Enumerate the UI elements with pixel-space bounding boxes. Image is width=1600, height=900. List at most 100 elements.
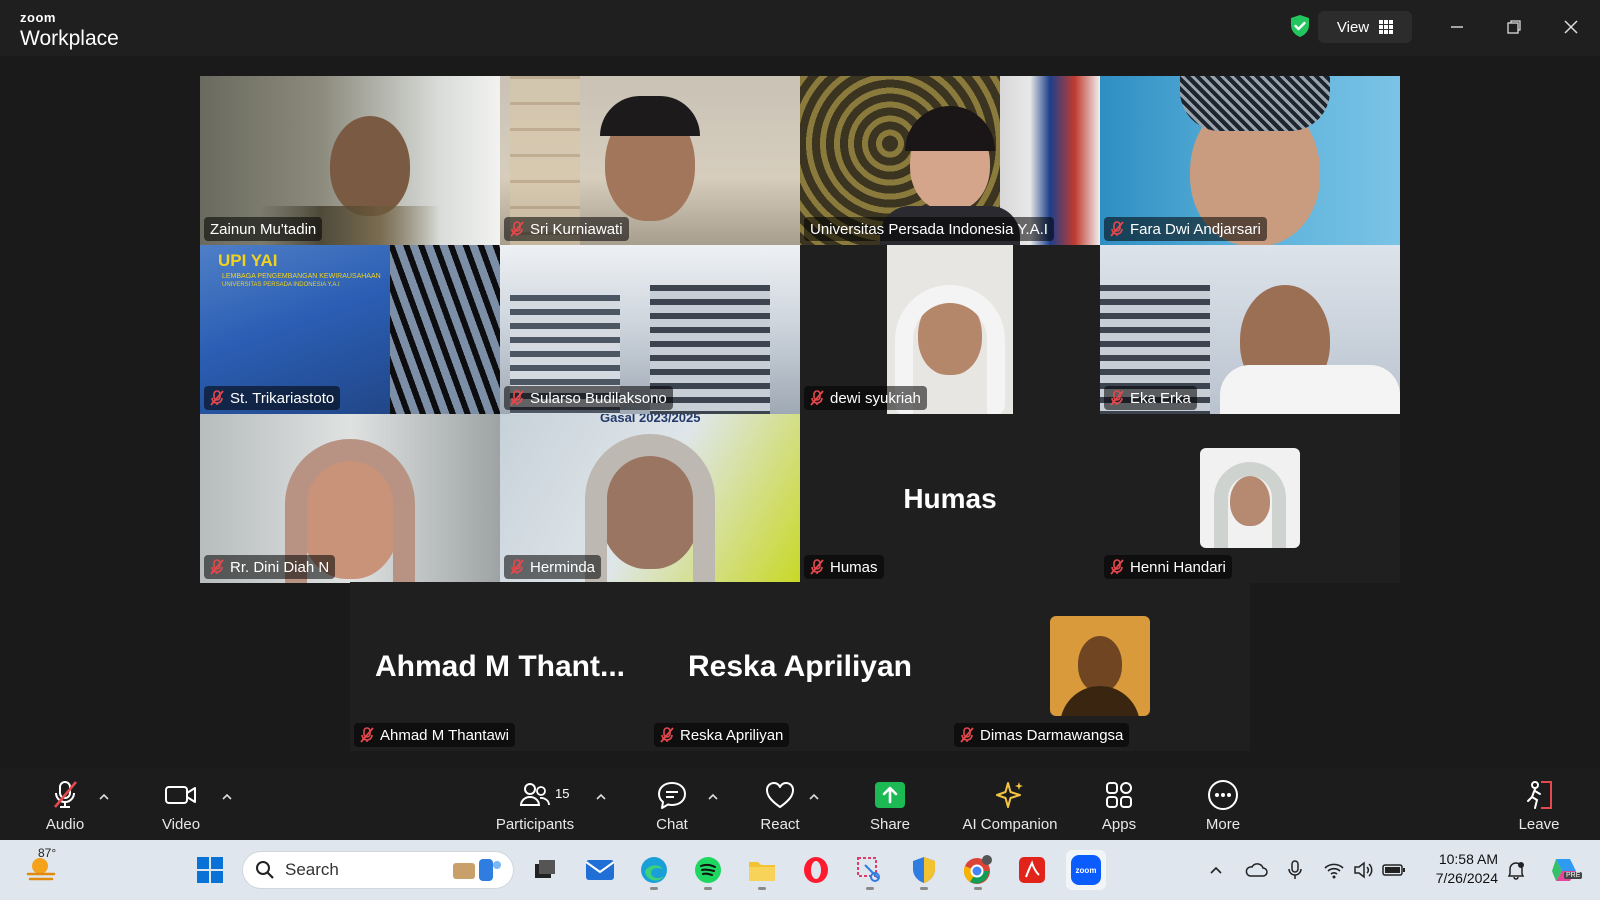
windows-taskbar: 87° Search zoom 10:58 AM 7/26/2024 PRE — [0, 840, 1600, 900]
title-bar: zoom Workplace View — [0, 0, 1600, 56]
participant-name-tag: Zainun Mu'tadin — [204, 217, 323, 241]
speaker-icon — [1354, 861, 1373, 879]
participant-name-tag: Fara Dwi Andjarsari — [1104, 217, 1267, 241]
volume-tray[interactable] — [1352, 858, 1376, 882]
participant-name: St. Trikariastoto — [230, 389, 335, 407]
participant-tile[interactable]: Fara Dwi Andjarsari — [1100, 76, 1400, 245]
share-button[interactable]: Share — [865, 778, 915, 836]
taskbar-snipping-tool[interactable] — [850, 850, 890, 890]
microphone-tray[interactable] — [1283, 858, 1307, 882]
clock-time: 10:58 AM — [1438, 851, 1498, 867]
audio-options-caret[interactable] — [97, 790, 111, 804]
taskbar-spotify[interactable] — [688, 850, 728, 890]
chat-options-caret[interactable] — [706, 790, 720, 804]
notifications-tray[interactable] — [1504, 858, 1528, 882]
more-label: More — [1205, 816, 1241, 833]
video-options-caret[interactable] — [220, 790, 234, 804]
restore-button[interactable] — [1499, 12, 1529, 42]
show-hidden-icons[interactable] — [1204, 858, 1228, 882]
view-button[interactable]: View — [1318, 11, 1412, 43]
apps-label: Apps — [1101, 816, 1137, 833]
muted-mic-icon — [960, 727, 974, 743]
participant-name: Herminda — [530, 558, 596, 576]
ai-companion-label: AI Companion — [962, 816, 1058, 833]
video-stage: Zainun Mu'tadin Sri Kurniawati Universit… — [0, 56, 1600, 768]
audio-label: Audio — [45, 816, 85, 833]
video-label: Video — [161, 816, 201, 833]
chat-label: Chat — [656, 816, 688, 833]
shield-check-icon[interactable] — [1286, 12, 1314, 40]
participant-name-tag: Sularso Budilaksono — [504, 386, 673, 410]
apps-button[interactable]: Apps — [1094, 778, 1144, 836]
search-icon — [256, 861, 274, 879]
avatar — [1200, 448, 1300, 548]
muted-mic-icon — [360, 727, 374, 743]
heart-icon — [764, 778, 796, 812]
participant-name-tag: Reska Apriliyan — [654, 723, 790, 747]
taskbar-opera[interactable] — [796, 850, 836, 890]
participant-tile[interactable]: Reska Apriliyan Reska Apriliyan — [650, 582, 950, 751]
taskbar-task-view[interactable] — [525, 850, 565, 890]
onedrive-tray[interactable] — [1244, 858, 1268, 882]
participant-name-tag: Dimas Darmawangsa — [954, 723, 1130, 747]
ai-companion-button[interactable]: AI Companion — [955, 778, 1065, 836]
video-button[interactable]: Video — [156, 778, 206, 836]
adobe-acrobat-icon — [1019, 857, 1045, 883]
muted-mic-icon — [810, 559, 824, 575]
taskbar-adobe[interactable] — [1012, 850, 1052, 890]
participant-tile[interactable]: Humas Humas — [800, 414, 1100, 583]
taskbar-search[interactable]: Search — [242, 851, 514, 889]
taskbar-file-explorer[interactable] — [742, 850, 782, 890]
participant-tile[interactable]: Rr. Dini Diah N — [200, 414, 500, 583]
participants-options-caret[interactable] — [594, 790, 608, 804]
bottom-participant-row: Ahmad M Thant... Ahmad M Thantawi Reska … — [350, 582, 1250, 751]
muted-mic-icon — [660, 727, 674, 743]
chat-bubble-icon — [656, 778, 688, 812]
participant-tile[interactable]: UPI YAI LEMBAGA PENGEMBANGAN KEWIRAUSAHA… — [200, 245, 500, 414]
participant-tile[interactable]: Gasal 2023/2025 Herminda — [500, 414, 800, 583]
participant-tile[interactable]: Eka Erka — [1100, 245, 1400, 414]
leave-door-icon — [1523, 778, 1555, 812]
opera-icon — [804, 857, 828, 883]
more-dots-icon — [1207, 778, 1239, 812]
taskbar-edge[interactable] — [634, 850, 674, 890]
taskbar-clock[interactable]: 10:58 AM 7/26/2024 — [1426, 850, 1498, 888]
leave-button[interactable]: Leave — [1514, 778, 1564, 836]
battery-tray[interactable] — [1382, 858, 1406, 882]
participant-tile[interactable]: dewi syukriah — [800, 245, 1100, 414]
grid-icon — [1379, 20, 1394, 34]
start-button[interactable] — [190, 850, 230, 890]
chevron-up-icon — [1210, 866, 1222, 874]
audio-button[interactable]: Audio — [40, 778, 90, 836]
participant-tile[interactable]: Henni Handari — [1100, 414, 1400, 583]
wifi-tray[interactable] — [1322, 858, 1346, 882]
participant-tile[interactable]: Zainun Mu'tadin — [200, 76, 500, 245]
participant-tile-active-speaker[interactable]: Universitas Persada Indonesia Y.A.I — [800, 76, 1100, 245]
muted-mic-icon — [1110, 390, 1124, 406]
participant-tile[interactable]: Dimas Darmawangsa — [950, 582, 1250, 751]
taskbar-security[interactable] — [904, 850, 944, 890]
copilot-button[interactable]: PRE — [1548, 858, 1584, 882]
brand-workplace: Workplace — [20, 27, 119, 50]
participant-display-name: Ahmad M Thant... — [375, 649, 625, 683]
minimize-button[interactable] — [1442, 12, 1472, 42]
taskbar-mail[interactable] — [580, 850, 620, 890]
edge-browser-icon — [641, 857, 667, 883]
taskbar-zoom[interactable]: zoom — [1066, 850, 1106, 890]
taskbar-chrome[interactable] — [958, 850, 998, 890]
muted-mic-icon — [1110, 559, 1124, 575]
react-options-caret[interactable] — [807, 790, 821, 804]
defender-shield-icon — [913, 857, 935, 883]
participant-tile[interactable]: Ahmad M Thant... Ahmad M Thantawi — [350, 582, 650, 751]
participant-tile[interactable]: Sri Kurniawati — [500, 76, 800, 245]
chat-button[interactable]: Chat — [652, 778, 692, 836]
participant-name-tag: Herminda — [504, 555, 602, 579]
zoom-icon-text: zoom — [1075, 865, 1097, 875]
mail-icon — [585, 860, 615, 880]
task-view-icon — [535, 860, 555, 878]
react-button[interactable]: React — [755, 778, 805, 836]
close-button[interactable] — [1556, 12, 1586, 42]
participant-tile[interactable]: Sularso Budilaksono — [500, 245, 800, 414]
chrome-icon — [963, 855, 992, 884]
more-button[interactable]: More — [1198, 778, 1248, 836]
